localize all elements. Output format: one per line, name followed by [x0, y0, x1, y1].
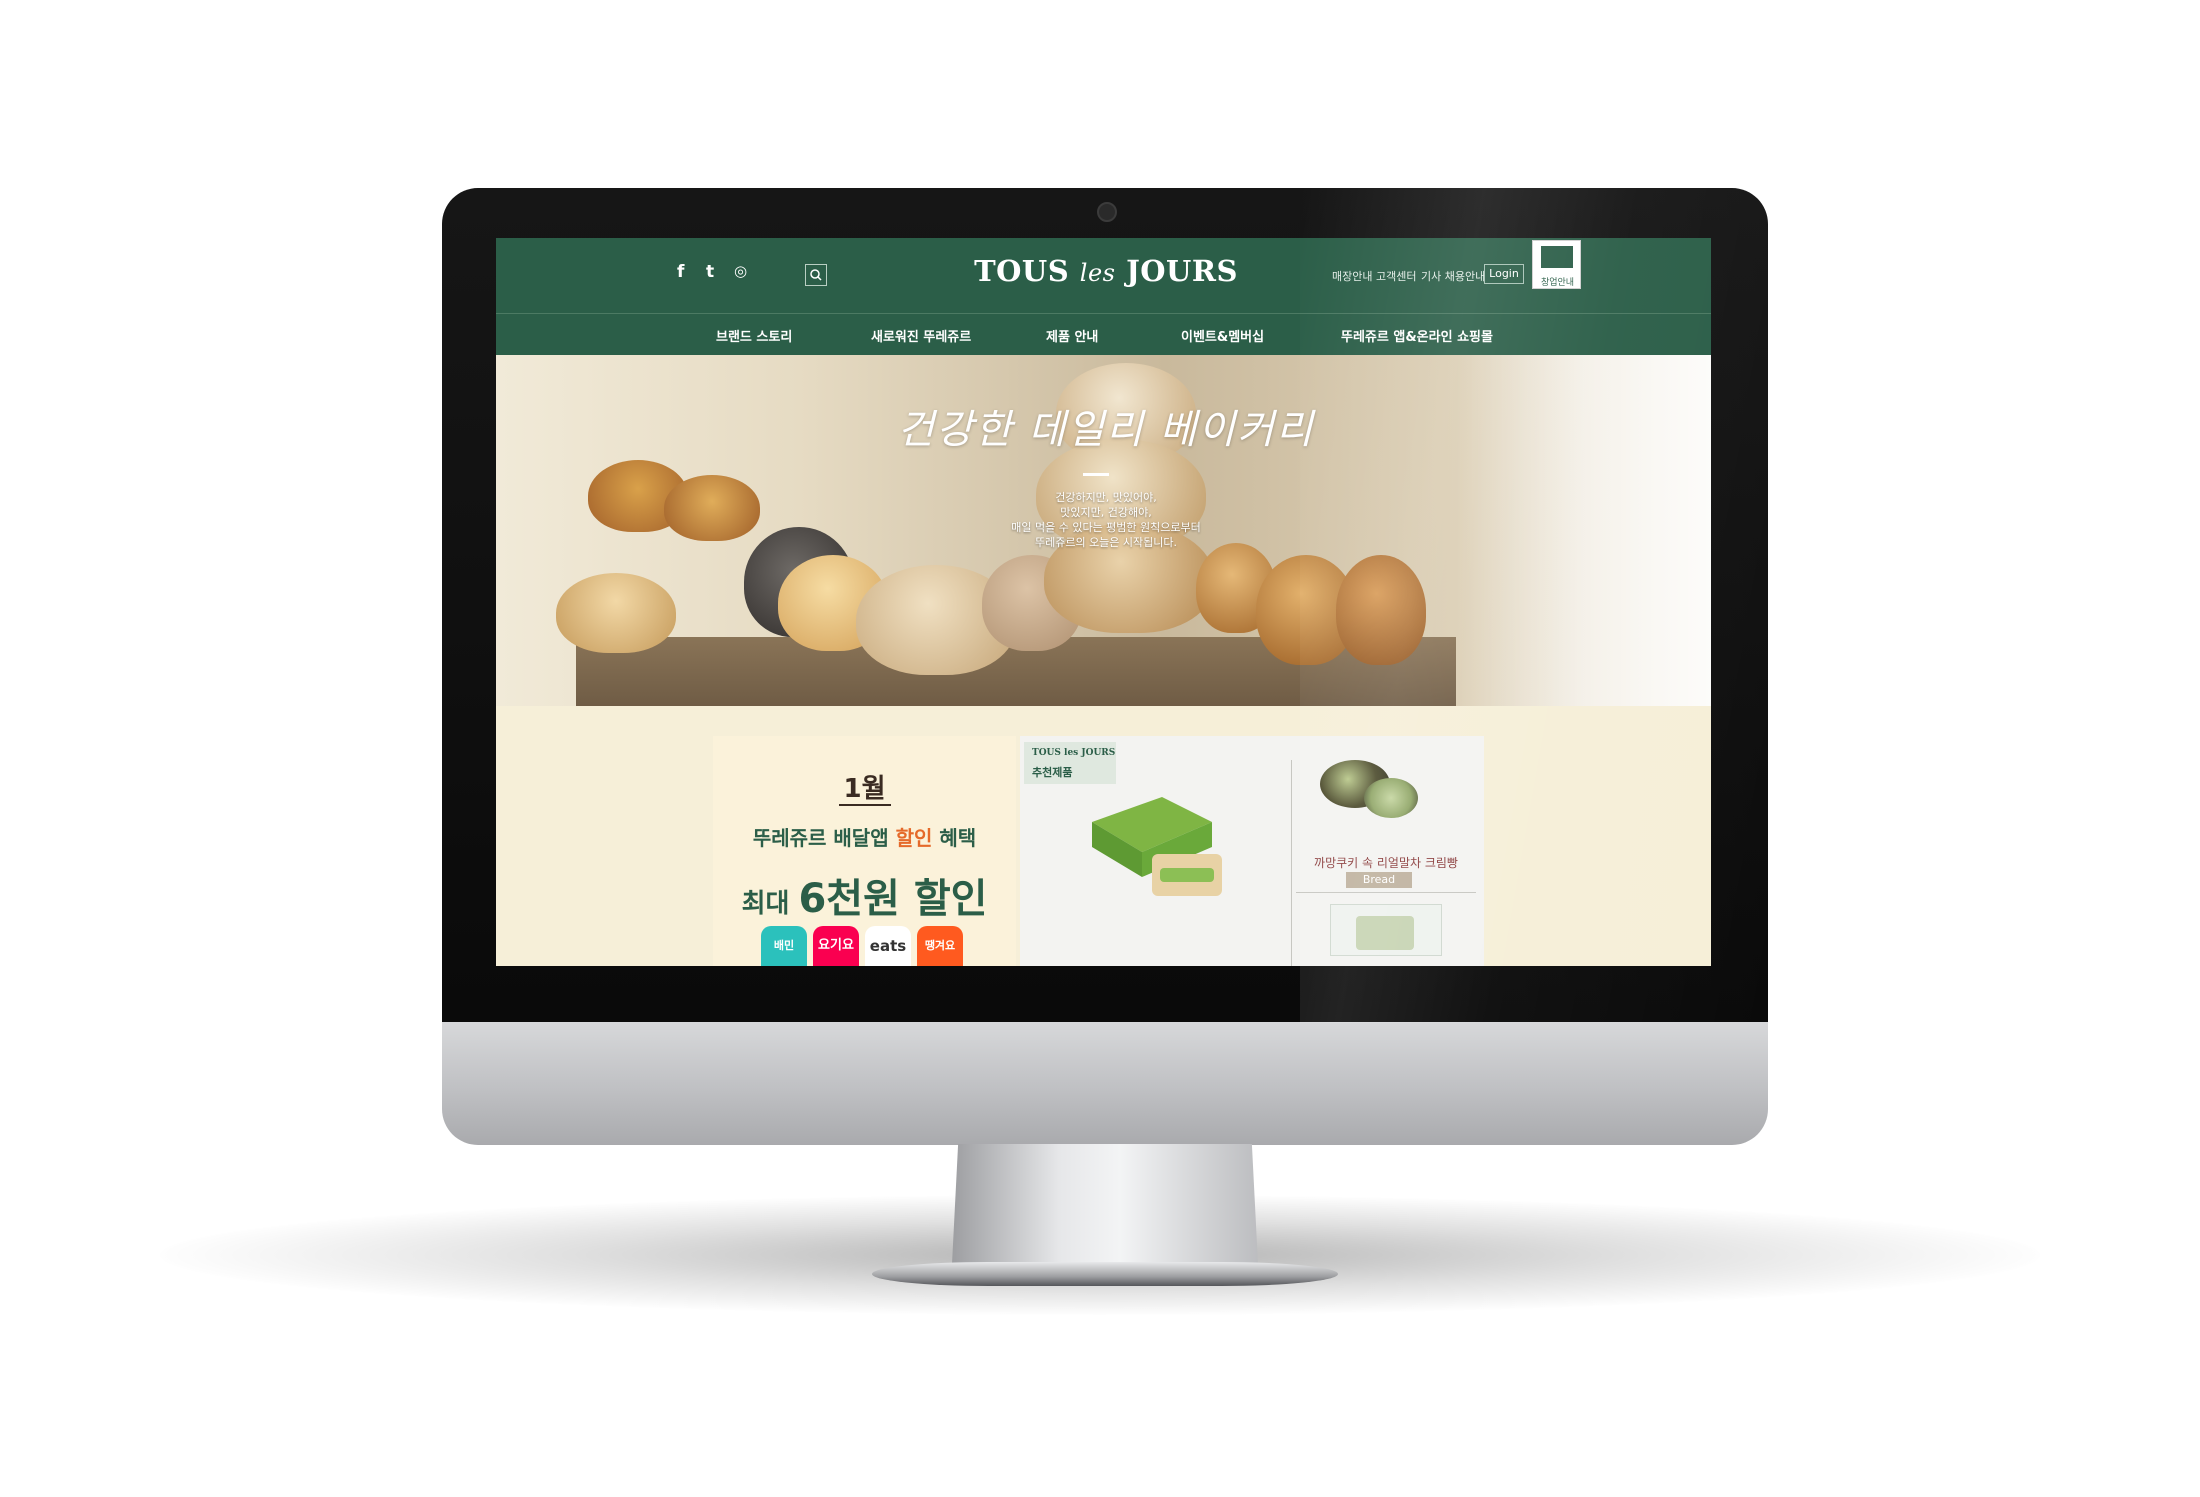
monitor-chin: [442, 1022, 1768, 1145]
util-link-store[interactable]: 매장안내: [1332, 268, 1372, 284]
search-button[interactable]: [805, 264, 827, 286]
recommended-products[interactable]: TOUS les JOURS 추천제품 까망쿠키 속 리얼말차 크림빵 Brea…: [1020, 736, 1484, 966]
monitor-base: [872, 1262, 1338, 1286]
promo-discount-prefix: 최대: [741, 889, 799, 919]
logo-word-tous: TOUS: [974, 254, 1070, 288]
hero-banner[interactable]: 건강한 데일리 베이커리 건강하지만, 맛있어야, 맛있지만, 건강해야, 매일…: [496, 355, 1711, 706]
nav-brand-story[interactable]: 브랜드 스토리: [716, 326, 792, 345]
instagram-icon[interactable]: ◎: [734, 262, 747, 280]
coupang-eats-app-icon: eats: [865, 926, 911, 966]
yogiyo-app-icon: 요기요: [813, 926, 859, 966]
nav-products[interactable]: 제품 안내: [1046, 326, 1098, 345]
product-category-badge: Bread: [1346, 872, 1412, 888]
store-open-button[interactable]: 창업안내: [1532, 240, 1581, 289]
top-bar: f t ◎ TOUS les JOURS 매장안내 고객센터 기사 채용안내 L…: [496, 238, 1711, 314]
promo-headline: 뚜레쥬르 배달앱 할인 혜택: [713, 822, 1016, 851]
matcha-pastry-image: [1092, 797, 1222, 896]
nav-new-toulesjours[interactable]: 새로워진 뚜레쥬르: [871, 326, 971, 345]
promo-discount-amount: 6천원 할인: [798, 876, 988, 922]
brand-logo[interactable]: TOUS les JOURS: [956, 254, 1256, 288]
gift-box-image: [1356, 916, 1414, 950]
promo-discount: 최대 6천원 할인: [713, 866, 1016, 924]
store-icon: [1541, 246, 1573, 268]
recommend-tag: TOUS les JOURS 추천제품: [1024, 742, 1116, 784]
search-icon: [810, 269, 822, 281]
util-link-customer[interactable]: 고객센터: [1376, 268, 1416, 284]
hero-divider: [1083, 473, 1109, 476]
delivery-promo-banner[interactable]: 1월 뚜레쥬르 배달앱 할인 혜택 최대 6천원 할인 배민 요기요 eats …: [713, 736, 1016, 966]
promo-headline-highlight: 할인: [895, 826, 933, 850]
promo-underline: [839, 804, 891, 806]
tumblr-icon[interactable]: t: [706, 262, 714, 282]
logo-word-les: les: [1079, 259, 1116, 287]
content-section: 1월 뚜레쥬르 배달앱 할인 혜택 최대 6천원 할인 배민 요기요 eats …: [496, 706, 1711, 966]
hero-copy-line: 뚜레쥬르의 오늘은 시작됩니다.: [1034, 536, 1178, 549]
nav-events-membership[interactable]: 이벤트&멤버십: [1181, 326, 1264, 345]
website-screen: f t ◎ TOUS les JOURS 매장안내 고객센터 기사 채용안내 L…: [496, 238, 1711, 966]
main-nav: 브랜드 스토리 새로워진 뚜레쥬르 제품 안내 이벤트&멤버십 뚜레쥬르 앱&온…: [496, 314, 1711, 355]
bread-muffin: [1336, 555, 1426, 665]
bread-tart: [664, 475, 760, 541]
product-name[interactable]: 까망쿠키 속 리얼말차 크림빵: [1296, 854, 1476, 871]
recommend-label: 추천제품: [1032, 766, 1073, 779]
login-button[interactable]: Login: [1484, 264, 1524, 284]
promo-month: 1월: [843, 774, 886, 804]
baemin-app-icon: 배민: [761, 926, 807, 966]
facebook-icon[interactable]: f: [677, 262, 684, 282]
site-header: f t ◎ TOUS les JOURS 매장안내 고객센터 기사 채용안내 L…: [496, 238, 1711, 355]
hero-copy-line: 매일 먹을 수 있다는 평범한 원칙으로부터: [1011, 521, 1201, 534]
store-open-label: 창업안내: [1540, 278, 1575, 288]
webcam-icon: [1097, 202, 1117, 222]
logo-word-jours: JOURS: [1126, 254, 1238, 288]
recommend-brand: TOUS les JOURS: [1032, 748, 1116, 758]
window-light: [1456, 355, 1711, 706]
divider: [1296, 892, 1476, 893]
promo-headline-b: 혜택: [932, 826, 977, 850]
monitor-stand: [952, 1144, 1258, 1264]
util-link-recruit[interactable]: 기사 채용안내: [1421, 268, 1485, 284]
divider: [1291, 760, 1292, 966]
bread-loaf: [556, 573, 676, 653]
nav-app-online-shop[interactable]: 뚜레쥬르 앱&온라인 쇼핑몰: [1341, 326, 1493, 345]
promo-headline-a: 뚜레쥬르 배달앱: [752, 826, 896, 850]
hero-copy-line: 건강하지만, 맛있어야,: [1055, 491, 1157, 504]
ddanggyeoyo-app-icon: 땡겨요: [917, 926, 963, 966]
hero-title: 건강한 데일리 베이커리: [897, 407, 1315, 453]
cream-bun-image: [1364, 778, 1418, 818]
hero-copy-line: 맛있지만, 건강해야,: [1060, 506, 1152, 519]
